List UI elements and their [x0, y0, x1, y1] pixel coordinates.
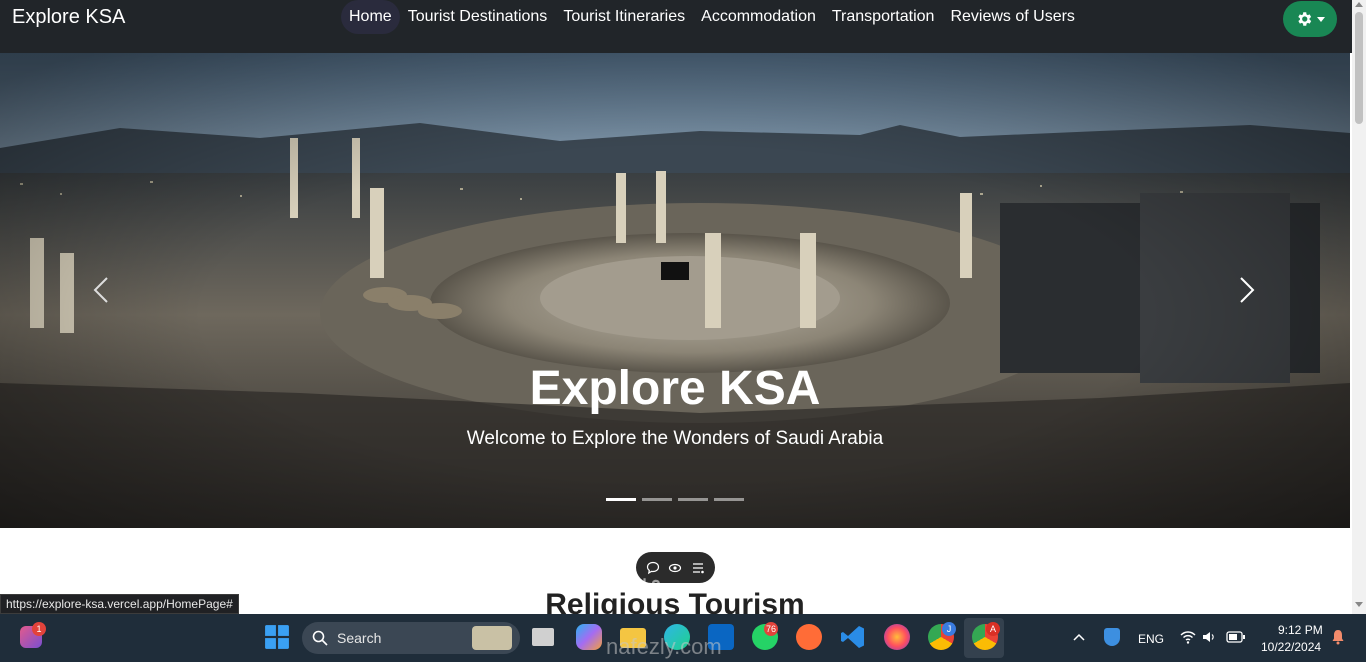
brand-link[interactable]: Explore KSA	[12, 6, 125, 29]
navbar: Explore KSA Home Tourist Destinations To…	[0, 0, 1352, 53]
hero-carousel: Explore KSA Welcome to Explore the Wonde…	[0, 53, 1350, 528]
clock-time[interactable]: 9:12 PM	[1278, 623, 1323, 637]
carousel-indicator-4[interactable]	[714, 498, 744, 501]
nav-links: Home Tourist Destinations Tourist Itiner…	[341, 0, 1083, 34]
search-placeholder: Search	[337, 630, 382, 646]
postman-icon[interactable]	[796, 624, 822, 650]
gear-icon	[1298, 12, 1312, 26]
nav-link-home[interactable]: Home	[341, 0, 400, 34]
copilot-icon[interactable]	[576, 624, 602, 650]
carousel-indicator-2[interactable]	[642, 498, 672, 501]
nav-link-transportation[interactable]: Transportation	[824, 0, 943, 34]
windows-start-icon[interactable]	[264, 624, 290, 650]
nav-link-tourist-itineraries[interactable]: Tourist Itineraries	[555, 0, 693, 34]
scroll-down-icon[interactable]	[1355, 602, 1363, 607]
nav-link-reviews-of-users[interactable]: Reviews of Users	[942, 0, 1082, 34]
vscode-icon[interactable]	[840, 624, 866, 650]
hero-title: Explore KSA	[529, 362, 821, 415]
eye-icon[interactable]	[668, 561, 682, 575]
hero-image	[0, 53, 1350, 528]
whatsapp-badge: 76	[764, 622, 779, 636]
notification-bell-icon[interactable]	[1331, 629, 1345, 645]
clock-date[interactable]: 10/22/2024	[1261, 640, 1321, 654]
firefox-icon[interactable]	[884, 624, 910, 650]
status-bar-url: https://explore-ksa.vercel.app/HomePage#	[0, 594, 239, 614]
hero-subtitle: Welcome to Explore the Wonders of Saudi …	[466, 428, 884, 449]
page: Explore KSA Home Tourist Destinations To…	[0, 0, 1366, 662]
nav-link-accommodation[interactable]: Accommodation	[693, 0, 824, 34]
battery-icon[interactable]	[1226, 631, 1246, 643]
settings-dropdown-button[interactable]	[1283, 1, 1337, 37]
wifi-icon[interactable]	[1180, 630, 1196, 644]
chrome-profile-badge: J	[942, 622, 956, 636]
page-scrollbar[interactable]	[1352, 0, 1366, 614]
widgets-badge: 1	[32, 622, 46, 636]
chevron-left-icon	[93, 277, 108, 303]
search-highlight-icon	[472, 626, 512, 650]
security-icon[interactable]	[1104, 628, 1120, 646]
watermark-arabic: مستقل	[590, 566, 662, 593]
taskbar-search-input[interactable]: Search	[302, 622, 520, 654]
language-indicator[interactable]: ENG	[1138, 632, 1164, 646]
chrome-profile2-badge: A	[986, 622, 1000, 636]
chevron-up-icon[interactable]	[1073, 632, 1085, 642]
scroll-up-icon[interactable]	[1355, 2, 1363, 7]
volume-icon[interactable]	[1202, 630, 1216, 644]
task-view-icon[interactable]	[532, 628, 554, 646]
nav-link-tourist-destinations[interactable]: Tourist Destinations	[400, 0, 556, 34]
search-icon	[312, 630, 328, 646]
carousel-indicators	[606, 498, 744, 501]
chevron-right-icon	[1240, 277, 1255, 303]
carousel-prev-button[interactable]	[86, 273, 116, 307]
chevron-down-icon	[1317, 16, 1325, 22]
carousel-indicator-1[interactable]	[606, 498, 636, 501]
list-icon[interactable]	[691, 561, 705, 575]
carousel-indicator-3[interactable]	[678, 498, 708, 501]
watermark-latin: nafezly.com	[606, 634, 722, 659]
carousel-next-button[interactable]	[1232, 273, 1262, 307]
scroll-thumb[interactable]	[1355, 12, 1363, 124]
